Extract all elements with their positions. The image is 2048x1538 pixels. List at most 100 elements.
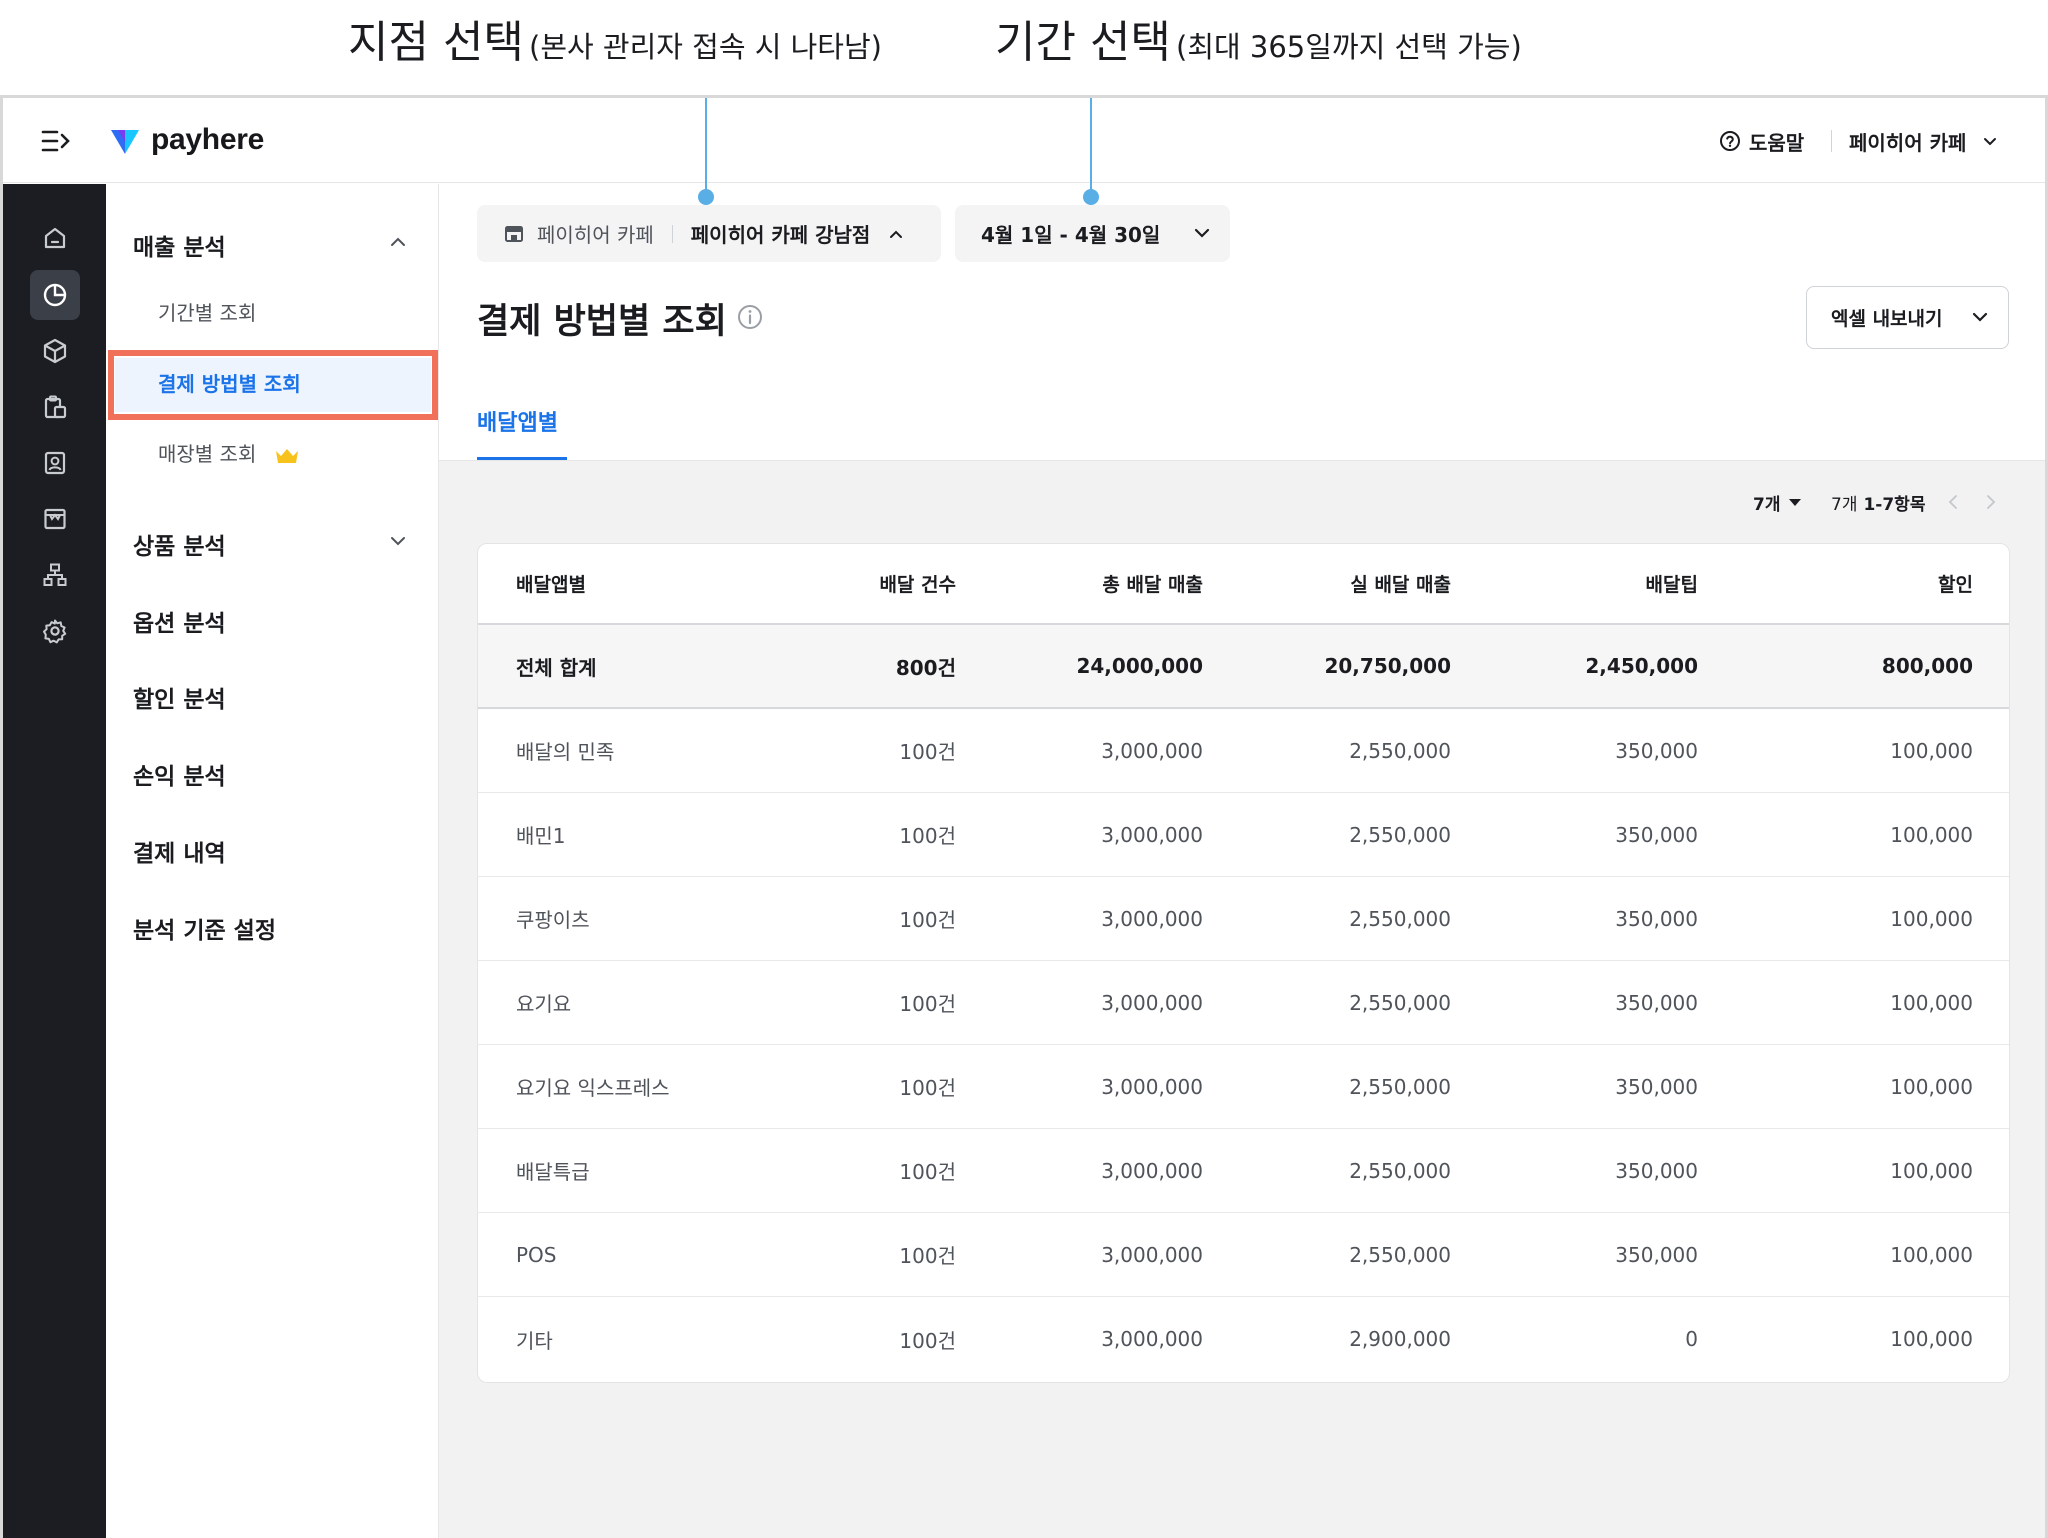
table-cell: 100,000 — [1890, 822, 1973, 847]
period-selector[interactable]: 4월 1일 - 4월 30일 — [955, 205, 1230, 262]
table-cell: 350,000 — [1615, 822, 1698, 847]
annotation-title: 기간 선택 — [995, 17, 1171, 68]
sidebar-item-store[interactable]: 매장별 조회 — [158, 438, 299, 467]
table-cell: 100건 — [899, 1076, 956, 1100]
info-icon[interactable] — [736, 303, 764, 331]
chevron-down-icon[interactable] — [388, 531, 408, 551]
table-cell: 20,750,000 — [1324, 654, 1451, 678]
table-cell: 2,550,000 — [1349, 1158, 1451, 1183]
table-cell: 800건 — [895, 655, 956, 680]
sidebar-group-option[interactable]: 옵션 분석 — [133, 604, 226, 638]
tab-active-indicator — [477, 457, 567, 460]
sidebar-group-sales[interactable]: 매출 분석 — [133, 228, 226, 262]
chevron-up-icon[interactable] — [388, 232, 408, 252]
sidebar-item-label: 매장별 조회 — [158, 442, 257, 466]
table-cell: 800,000 — [1881, 654, 1973, 678]
payhere-logo[interactable]: payhere — [109, 118, 264, 162]
chevron-down-icon — [1194, 228, 1210, 238]
excel-export-button[interactable]: 엑셀 내보내기 — [1806, 286, 2009, 349]
help-button[interactable]: 도움말 — [1719, 124, 1804, 158]
table-cell: 2,900,000 — [1349, 1327, 1451, 1351]
table-cell: 100건 — [899, 1160, 956, 1184]
range-items: 1-7항목 — [1863, 494, 1926, 515]
table-cell: 100건 — [899, 1328, 956, 1353]
rail-clipboard-icon[interactable] — [30, 382, 80, 432]
menu-toggle-icon[interactable] — [39, 124, 73, 158]
table-cell: 기타 — [516, 1328, 553, 1353]
period-value: 4월 1일 - 4월 30일 — [981, 223, 1161, 247]
icon-rail — [3, 184, 106, 1538]
table-row: 배민1 100건 3,000,000 2,550,000 350,000 100… — [478, 793, 2009, 877]
table-cell: 100,000 — [1890, 990, 1973, 1015]
table-row: 배달의 민족 100건 3,000,000 2,550,000 350,000 … — [478, 709, 2009, 793]
table-cell: 2,550,000 — [1349, 906, 1451, 931]
sidebar-item-period[interactable]: 기간별 조회 — [158, 297, 256, 326]
table-cell: 100건 — [899, 992, 956, 1016]
table-cell: 100,000 — [1890, 1327, 1973, 1351]
table-cell: 쿠팡이츠 — [516, 908, 590, 932]
table-cell: 3,000,000 — [1101, 1327, 1203, 1351]
question-circle-icon — [1720, 131, 1740, 151]
table-row: 배달특급 100건 3,000,000 2,550,000 350,000 10… — [478, 1129, 2009, 1213]
chevron-left-icon[interactable] — [1947, 494, 1959, 510]
table-cell: 100,000 — [1890, 1158, 1973, 1183]
table-cell: 350,000 — [1615, 906, 1698, 931]
table-cell: 350,000 — [1615, 1242, 1698, 1267]
sidebar-item-payment-method[interactable]: 결제 방법별 조회 — [158, 368, 301, 397]
sidebar-group-profit[interactable]: 손익 분석 — [133, 757, 226, 791]
account-name: 페이히어 카페 — [1849, 130, 1967, 155]
table-cell: 배달의 민족 — [516, 740, 615, 764]
store-icon — [505, 225, 523, 242]
period-select-annotation: 기간 선택 (최대 365일까지 선택 가능) — [995, 6, 1522, 102]
account-menu[interactable]: 페이히어 카페 — [1849, 124, 1998, 158]
divider — [1831, 130, 1832, 152]
chevron-right-icon[interactable] — [1985, 494, 1997, 510]
app-window: payhere 도움말 페이히어 카페 매출 분석 기간별 조회 결제 방법별 … — [0, 95, 2048, 1538]
logo-mark-icon — [111, 130, 139, 154]
rail-store-icon[interactable] — [30, 494, 80, 544]
table-cell: 100,000 — [1890, 738, 1973, 763]
table-cell: 3,000,000 — [1101, 1074, 1203, 1099]
branch-select-annotation: 지점 선택 (본사 관리자 접속 시 나타남) — [348, 6, 882, 102]
sidebar-group-payments[interactable]: 결제 내역 — [133, 834, 226, 868]
column-header[interactable]: 총 배달 매출 — [1102, 544, 1203, 623]
branch-annotation-line — [705, 98, 707, 196]
page-size-select[interactable]: 7개 — [1753, 489, 1802, 515]
sidebar-group-settings[interactable]: 분석 기준 설정 — [133, 911, 276, 945]
table-cell: 100건 — [899, 740, 956, 764]
column-header[interactable]: 배달앱별 — [516, 544, 586, 623]
table-cell: 350,000 — [1615, 738, 1698, 763]
sidebar-group-discount[interactable]: 할인 분석 — [133, 680, 226, 714]
page-size-value: 7개 — [1753, 494, 1781, 515]
logo-text: payhere — [151, 123, 264, 156]
rail-home-icon[interactable] — [30, 213, 80, 263]
rail-gear-icon[interactable] — [30, 606, 80, 656]
table-cell: 24,000,000 — [1076, 654, 1203, 678]
table-cell: 100,000 — [1890, 1242, 1973, 1267]
export-label: 엑셀 내보내기 — [1831, 308, 1943, 330]
table-cell: 3,000,000 — [1101, 738, 1203, 763]
column-header[interactable]: 할인 — [1938, 544, 1973, 623]
sidebar-group-product[interactable]: 상품 분석 — [133, 527, 226, 561]
table-cell: 100건 — [899, 908, 956, 932]
rail-pie-chart-icon[interactable] — [30, 270, 80, 320]
column-header[interactable]: 배달팁 — [1646, 544, 1698, 623]
top-bar: payhere 도움말 페이히어 카페 — [3, 98, 2045, 183]
rail-box-icon[interactable] — [30, 326, 80, 376]
rail-person-card-icon[interactable] — [30, 438, 80, 488]
sidebar: 매출 분석 기간별 조회 결제 방법별 조회 매장별 조회 상품 분석 옵션 분… — [106, 184, 439, 1538]
table-cell: 배민1 — [516, 824, 566, 848]
table-row: POS 100건 3,000,000 2,550,000 350,000 100… — [478, 1213, 2009, 1297]
table-cell: 100,000 — [1890, 906, 1973, 931]
table-row: 요기요 100건 3,000,000 2,550,000 350,000 100… — [478, 961, 2009, 1045]
column-header[interactable]: 실 배달 매출 — [1350, 544, 1451, 623]
rail-org-chart-icon[interactable] — [30, 550, 80, 600]
tab-delivery-app[interactable]: 배달앱별 — [477, 405, 558, 437]
column-header[interactable]: 배달 건수 — [879, 544, 956, 623]
caret-down-icon — [1789, 499, 1802, 506]
tab-divider — [439, 460, 2045, 461]
table-cell: 3,000,000 — [1101, 906, 1203, 931]
branch-selector[interactable]: 페이히어 카페 페이히어 카페 강남점 — [477, 205, 941, 262]
table-cell: 350,000 — [1615, 1158, 1698, 1183]
table-cell: 요기요 — [516, 992, 572, 1016]
